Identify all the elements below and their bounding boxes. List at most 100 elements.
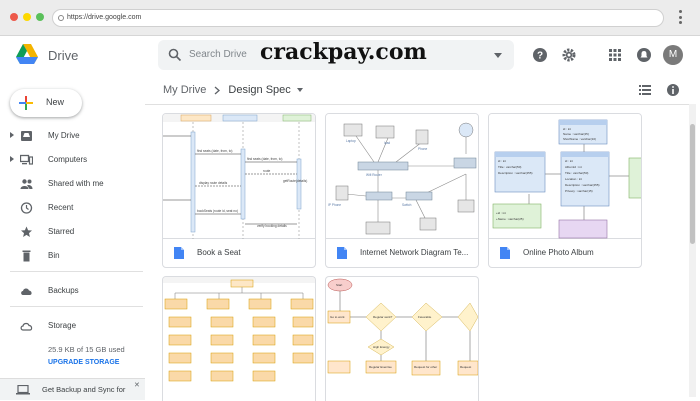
file-title: Internet Network Diagram Te... [360,248,469,257]
file-thumbnail: id : int Name : varchar(25) ShortName : va… [489,114,641,239]
file-card[interactable]: id : int Name : varchar(25) ShortName : va… [488,113,642,268]
sidebar-item-bin[interactable]: Bin [0,245,145,267]
svg-text:IP Phone: IP Phone [328,203,341,207]
close-icon[interactable]: ✕ [134,381,140,389]
storage-usage-text: 25.9 KB of 15 GB used [48,345,125,354]
minimize-window-dot[interactable] [23,13,31,21]
document-icon [500,247,510,259]
file-card[interactable] [162,276,316,401]
svg-text:Description : varchar(255): Description : varchar(255) [565,183,600,187]
sidebar-item-label: Shared with me [48,179,104,188]
sidebar-item-recent[interactable]: Recent [0,197,145,219]
svg-text:Privacy : varchar(15): Privacy : varchar(15) [565,189,593,193]
file-card-footer: Internet Network Diagram Te... [326,240,478,267]
svg-text:Ipad: Ipad [384,141,390,145]
svg-text:+id : int: +id : int [496,211,506,215]
svg-text:Regular work?: Regular work? [373,315,393,319]
svg-text:Name : varchar(25): Name : varchar(25) [563,132,589,136]
document-icon [174,247,184,259]
breadcrumb-current-folder[interactable]: Design Spec [228,84,290,96]
flowchart-thumbnail: Start Go to work Regular work? Favorable H… [327,278,478,376]
help-icon[interactable]: ? [532,47,548,63]
svg-text:?: ? [537,51,543,62]
info-icon[interactable] [666,83,680,97]
sidebar-item-starred[interactable]: Starred [0,221,145,243]
file-title: Book a Seat [197,248,241,257]
sidebar-item-shared[interactable]: Shared with me [0,173,145,195]
sidebar-item-backups[interactable]: Backups [0,280,145,302]
star-icon [21,226,32,237]
svg-text:Request: Request [460,365,471,369]
app-header: Drive Search Drive crackpay.com ? M [0,36,700,76]
file-card[interactable]: Start Go to work Regular work? Favorable H… [325,276,479,401]
lock-icon [58,15,64,21]
svg-text:route: route [263,169,270,173]
svg-text:getRoute(details): getRoute(details) [283,179,307,183]
svg-text:Request for other: Request for other [414,365,437,369]
browser-chrome: https://drive.google.com [0,0,700,36]
list-view-icon[interactable] [638,83,652,97]
file-card-footer: Book a Seat [163,240,315,267]
backup-sync-banner[interactable]: Get Backup and Sync for ✕ [0,378,145,400]
avatar[interactable]: M [663,45,683,65]
address-text: https://drive.google.com [67,14,142,21]
file-card[interactable]: find seats (date, from, to) find seats (… [162,113,316,268]
sidebar-item-label: Storage [48,321,77,330]
window-controls [10,13,44,21]
svg-text:display route details: display route details [199,181,228,185]
sidebar-item-label: Starred [48,227,75,236]
file-card-footer: Online Photo Album [489,240,641,267]
drive-logo-icon[interactable] [16,44,38,64]
document-icon [337,247,347,259]
sidebar-item-computers[interactable]: Computers [0,149,145,171]
app-name[interactable]: Drive [48,48,78,63]
gear-icon[interactable] [561,47,577,63]
address-bar[interactable]: https://drive.google.com [52,9,664,27]
upgrade-storage-link[interactable]: UPGRADE STORAGE [48,359,119,366]
notifications-icon[interactable] [636,47,652,63]
scrollbar[interactable] [689,104,696,397]
sidebar-item-storage[interactable]: Storage [0,315,145,337]
search-options-icon[interactable] [494,53,502,58]
search-icon[interactable] [168,48,182,62]
file-title: Online Photo Album [523,248,594,257]
watermark-text: crackpay.com [260,39,427,65]
sequence-diagram-thumbnail: find seats (date, from, to) find seats (… [163,114,315,239]
sidebar: New My Drive Computers Shared with me Re… [0,78,145,400]
new-button[interactable]: New [10,89,82,117]
sidebar-item-label: Recent [48,203,74,212]
svg-text:Regular Exercise: Regular Exercise [369,365,392,369]
breadcrumb-my-drive[interactable]: My Drive [163,84,206,96]
expand-arrow-icon[interactable] [10,132,14,138]
svg-text:id : int: id : int [565,159,573,163]
scrollbar-thumb[interactable] [690,124,695,244]
network-diagram-thumbnail: Laptop Ipad Phone Wifi Router IP Phone Switc… [328,122,477,235]
search-input[interactable]: Search Drive [189,49,247,60]
svg-text:Start: Start [336,283,343,287]
sidebar-divider [10,306,143,307]
chevron-down-icon[interactable] [296,88,303,92]
file-thumbnail: find seats (date, from, to) find seats (… [163,114,315,239]
sidebar-item-my-drive[interactable]: My Drive [0,125,145,147]
svg-text:Switch: Switch [402,203,412,207]
svg-text:ShortName : varchar(10): ShortName : varchar(10) [563,137,596,141]
close-window-dot[interactable] [10,13,18,21]
cloud-outline-icon [20,322,33,331]
maximize-window-dot[interactable] [36,13,44,21]
svg-text:id : int: id : int [498,159,506,163]
svg-text:Favorable: Favorable [418,315,432,319]
apps-grid-icon[interactable] [607,47,623,63]
sidebar-item-label: My Drive [48,131,80,140]
svg-text:Location : int: Location : int [565,177,582,181]
computers-icon [20,154,33,165]
class-diagram-thumbnail: id : int Name : varchar(25)ShortName : va… [492,119,641,239]
file-thumbnail: Laptop Ipad Phone Wifi Router IP Phone Switc… [326,114,478,239]
expand-arrow-icon[interactable] [10,156,14,162]
banner-label: Get Backup and Sync for [42,385,126,394]
laptop-icon [16,385,30,395]
file-card[interactable]: Laptop Ipad Phone Wifi Router IP Phone Switc… [325,113,479,268]
clock-icon [20,202,33,214]
browser-menu-icon[interactable] [674,10,686,24]
svg-text:Description : varchar(255): Description : varchar(255) [498,171,533,175]
svg-text:Go to work: Go to work [330,315,345,319]
